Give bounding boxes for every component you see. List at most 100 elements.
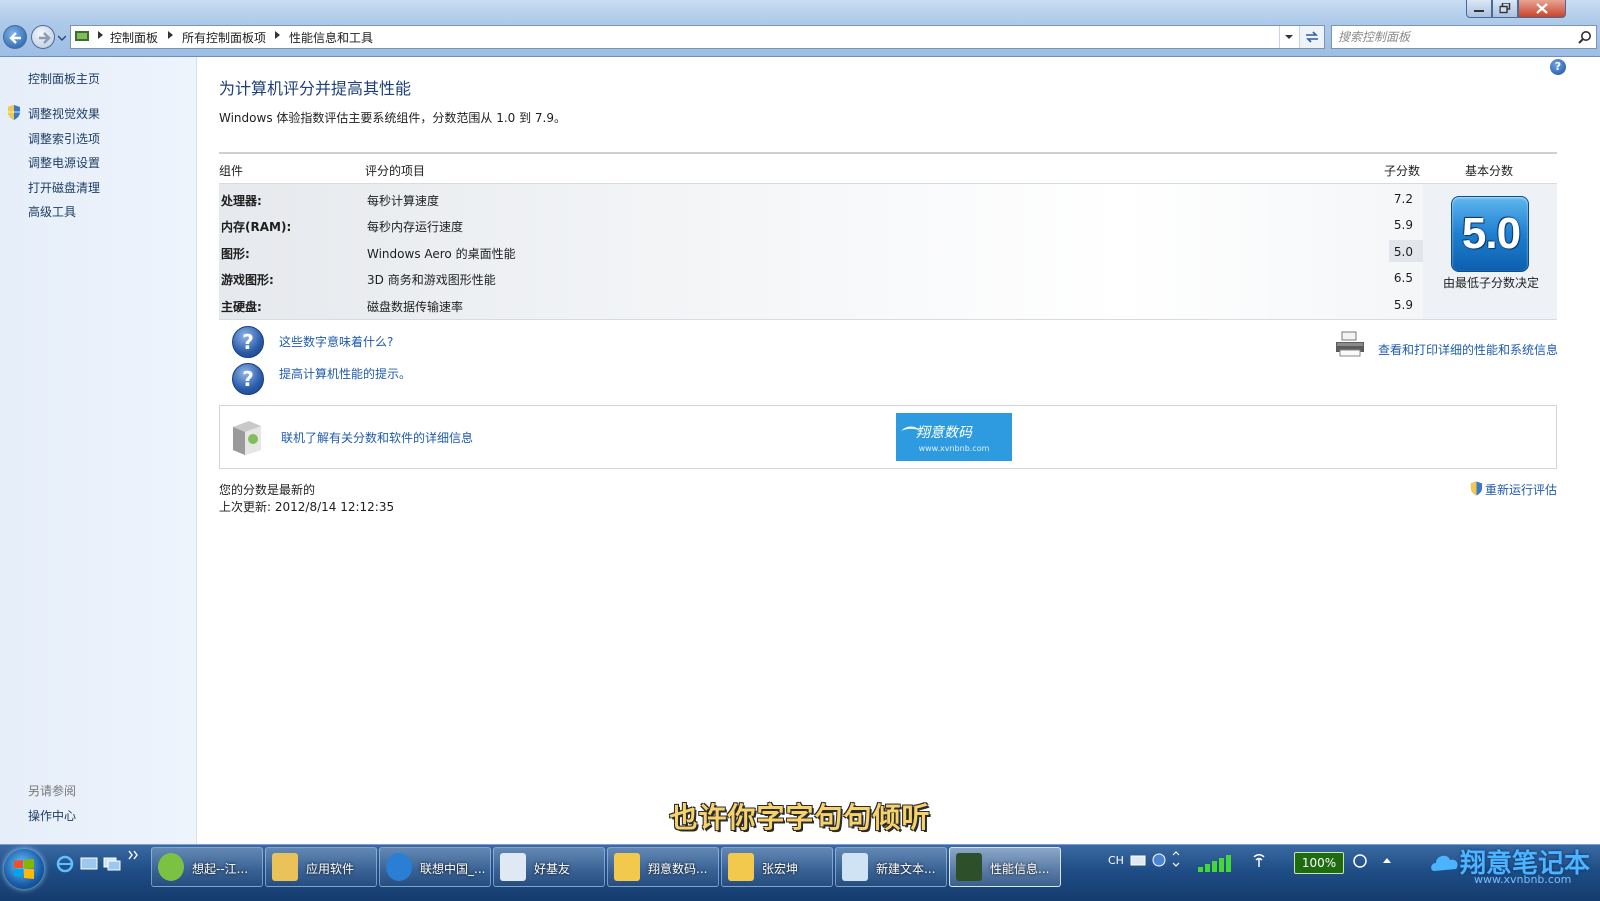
advanced-tools-link[interactable]: 高级工具 xyxy=(28,203,76,220)
taskbar-button[interactable]: 好基友 xyxy=(493,847,605,887)
minimize-button[interactable] xyxy=(1466,0,1492,18)
music-player-icon xyxy=(158,853,184,881)
network-signal-icon[interactable] xyxy=(1196,853,1240,873)
header-base-score: 基本分数 xyxy=(1465,164,1514,178)
forward-button[interactable] xyxy=(31,25,55,49)
taskbar-button[interactable]: 应用软件 xyxy=(265,847,377,887)
printer-icon xyxy=(1336,331,1364,357)
corner-watermark: 翔意笔记本 www.xvnbnb.com xyxy=(1430,845,1600,889)
breadcrumb-current-page[interactable]: 性能信息和工具 xyxy=(289,29,373,46)
adjust-indexing-options-link[interactable]: 调整索引选项 xyxy=(28,130,100,147)
taskbar-button[interactable]: 联想中国_... xyxy=(379,847,491,887)
adjust-visual-effects-link[interactable]: 调整视觉效果 xyxy=(28,105,100,122)
task-label: 性能信息... xyxy=(990,862,1050,876)
component-cell: 图形: xyxy=(221,247,250,261)
page-title: 为计算机评分并提高其性能 xyxy=(219,79,412,98)
base-score-value: 5.0 xyxy=(1461,209,1521,258)
close-button[interactable] xyxy=(1518,0,1566,18)
taskbar-button[interactable]: 张宏坤 xyxy=(721,847,833,887)
search-icon[interactable] xyxy=(1578,30,1592,44)
help-tray-icon[interactable] xyxy=(1152,853,1166,867)
back-button[interactable] xyxy=(3,25,27,49)
taskbar: 想起--江... 应用软件 联想中国_... 好基友 翔意数码... 张宏坤 新… xyxy=(0,844,1600,901)
search-input[interactable] xyxy=(1338,28,1568,46)
header-component: 组件 xyxy=(219,164,244,178)
rated-item-cell: 磁盘数据传输速率 xyxy=(367,300,464,314)
chat-icon xyxy=(500,853,526,881)
task-label: 应用软件 xyxy=(306,862,355,876)
component-cell: 内存(RAM): xyxy=(221,220,292,234)
browser-icon xyxy=(386,853,412,881)
window-titlebar: 控制面板 所有控制面板项 性能信息和工具 xyxy=(0,0,1600,57)
open-disk-cleanup-link[interactable]: 打开磁盘清理 xyxy=(28,179,100,196)
print-details-row[interactable]: 查看和打印详细的性能和系统信息 xyxy=(1334,330,1558,362)
breadcrumb-control-panel[interactable]: 控制面板 xyxy=(110,29,158,46)
address-dropdown-button[interactable] xyxy=(1279,26,1298,48)
task-label: 联想中国_... xyxy=(420,862,486,876)
back-arrow-icon xyxy=(9,32,21,44)
tray-options-icon[interactable] xyxy=(1172,851,1180,867)
taskbar-button[interactable]: 新建文本... xyxy=(835,847,947,887)
adjust-power-settings-link[interactable]: 调整电源设置 xyxy=(28,154,100,171)
show-desktop-icon[interactable] xyxy=(80,855,98,873)
chat-window-icon xyxy=(728,853,754,881)
internet-explorer-icon[interactable] xyxy=(56,855,74,873)
table-top-rule xyxy=(219,152,1557,154)
refresh-button[interactable] xyxy=(1299,26,1324,48)
refresh-icon xyxy=(1306,31,1318,43)
rated-item-cell: 每秒内存运行速度 xyxy=(367,220,464,234)
taskbar-button-active[interactable]: 性能信息... xyxy=(949,847,1061,887)
restore-icon xyxy=(1499,3,1511,14)
breadcrumb-separator-icon[interactable] xyxy=(274,30,282,40)
taskbar-button[interactable]: 翔意数码... xyxy=(607,847,719,887)
control-panel-home-link[interactable]: 控制面板主页 xyxy=(28,70,100,87)
subscore-cell: 5.9 xyxy=(1393,218,1413,232)
windows-logo-icon xyxy=(14,859,34,879)
chevron-down-icon xyxy=(1285,35,1293,39)
wireless-icon[interactable] xyxy=(1250,853,1268,869)
recent-pages-chevron-icon[interactable] xyxy=(58,34,66,42)
what-numbers-mean-link[interactable]: 这些数字意味着什么? xyxy=(279,333,393,350)
performance-tips-link[interactable]: 提高计算机性能的提示。 xyxy=(279,365,411,382)
forward-arrow-icon xyxy=(39,32,51,44)
subscore-cell: 5.0 xyxy=(1393,245,1413,259)
task-label: 新建文本... xyxy=(876,862,936,876)
learn-more-online-link[interactable]: 联机了解有关分数和软件的详细信息 xyxy=(281,429,473,446)
keyboard-icon[interactable] xyxy=(1130,854,1146,866)
rated-item-cell: 3D 商务和游戏图形性能 xyxy=(367,273,496,287)
corner-brand-url: www.xvnbnb.com xyxy=(1474,873,1572,886)
table-row: 主硬盘: 磁盘数据传输速率 5.9 xyxy=(219,291,1423,317)
help-icon[interactable]: ? xyxy=(1550,59,1566,75)
page-description: Windows 体验指数评估主要系统组件，分数范围从 1.0 到 7.9。 xyxy=(219,111,566,125)
show-hidden-icons-icon[interactable] xyxy=(1382,856,1392,864)
breadcrumb-separator-icon[interactable] xyxy=(97,30,105,40)
table-row: 处理器: 每秒计算速度 7.2 xyxy=(219,185,1423,211)
search-box[interactable] xyxy=(1331,25,1597,49)
watermark-brand: 翔意数码 xyxy=(916,425,972,441)
rerun-assessment-link[interactable]: 重新运行评估 xyxy=(1485,481,1557,498)
switch-windows-icon[interactable] xyxy=(103,855,121,873)
power-plug-icon[interactable] xyxy=(1352,853,1368,869)
quicklaunch-overflow-icon[interactable] xyxy=(127,849,139,861)
subscore-cell: 5.9 xyxy=(1393,298,1413,312)
last-update: 上次更新: 2012/8/14 12:12:35 xyxy=(219,500,395,514)
header-subscore: 子分数 xyxy=(1384,164,1421,178)
subscore-cell: 6.5 xyxy=(1393,271,1413,285)
maximize-button[interactable] xyxy=(1492,0,1518,18)
battery-indicator[interactable]: 100% xyxy=(1294,852,1344,874)
ime-indicator[interactable]: CH xyxy=(1108,854,1124,867)
start-button[interactable] xyxy=(4,849,44,889)
table-body: 处理器: 每秒计算速度 7.2 内存(RAM): 每秒内存运行速度 5.9 图形… xyxy=(219,183,1423,320)
breadcrumb-all-items[interactable]: 所有控制面板项 xyxy=(182,29,266,46)
online-info-box: 联机了解有关分数和软件的详细信息 翔意数码 www.xvnbnb.com xyxy=(219,405,1557,469)
address-bar[interactable]: 控制面板 所有控制面板项 性能信息和工具 xyxy=(70,25,1325,49)
watermark-url: www.xvnbnb.com xyxy=(918,444,990,453)
breadcrumb-separator-icon[interactable] xyxy=(167,30,175,40)
view-print-details-link[interactable]: 查看和打印详细的性能和系统信息 xyxy=(1378,341,1558,358)
taskbar-button[interactable]: 想起--江... xyxy=(151,847,263,887)
uac-shield-icon xyxy=(8,105,20,120)
performance-monitor-icon xyxy=(956,853,982,881)
folder-icon xyxy=(272,853,298,881)
task-label: 好基友 xyxy=(534,862,571,876)
close-icon xyxy=(1536,3,1548,14)
